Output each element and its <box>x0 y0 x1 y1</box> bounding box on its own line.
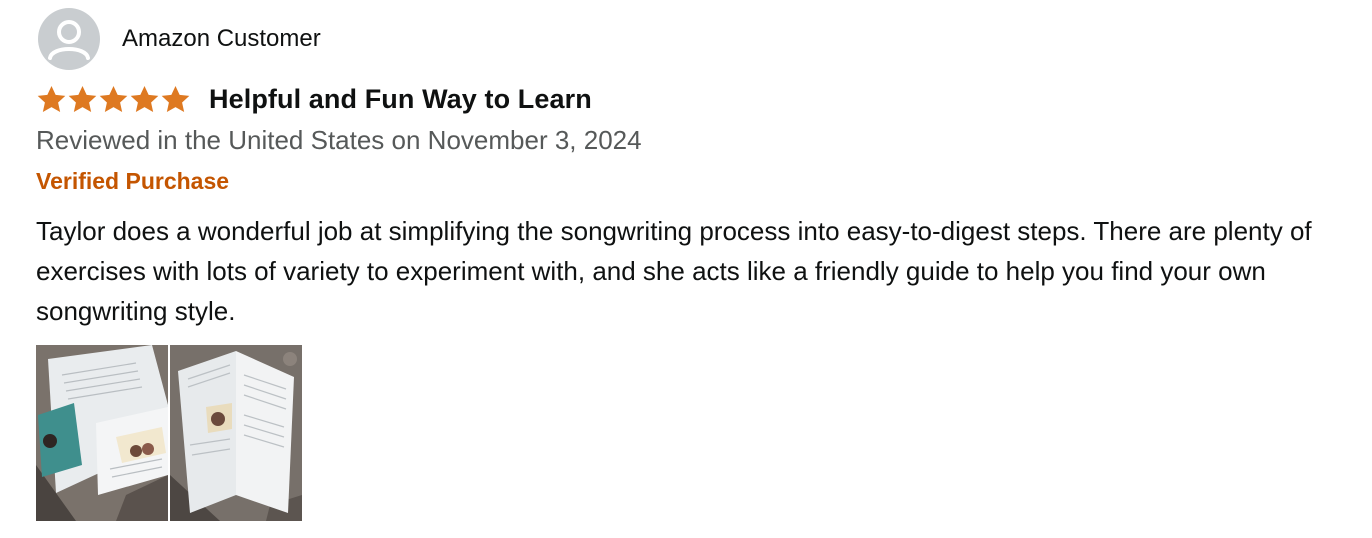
star-icon <box>99 85 128 113</box>
star-icon <box>130 85 159 113</box>
review-images <box>36 345 302 521</box>
customer-review: Amazon Customer Helpful and Fun Way to L… <box>0 0 1372 538</box>
star-icon <box>68 85 97 113</box>
avatar[interactable] <box>38 8 100 70</box>
review-date: Reviewed in the United States on Novembe… <box>36 125 642 155</box>
review-image-1[interactable] <box>36 345 168 521</box>
review-image-2[interactable] <box>170 345 302 521</box>
reviewer-name[interactable]: Amazon Customer <box>122 25 321 53</box>
review-body: Taylor does a wonderful job at simplifyi… <box>36 216 1312 326</box>
rating-row: Helpful and Fun Way to Learn <box>36 84 592 115</box>
review-title[interactable]: Helpful and Fun Way to Learn <box>209 84 592 115</box>
star-icon <box>161 85 190 113</box>
star-icon <box>37 85 66 113</box>
star-rating[interactable] <box>36 84 191 115</box>
reviewer-profile[interactable]: Amazon Customer <box>38 8 321 70</box>
verified-purchase-badge[interactable]: Verified Purchase <box>36 168 229 195</box>
user-silhouette-icon <box>48 20 90 60</box>
